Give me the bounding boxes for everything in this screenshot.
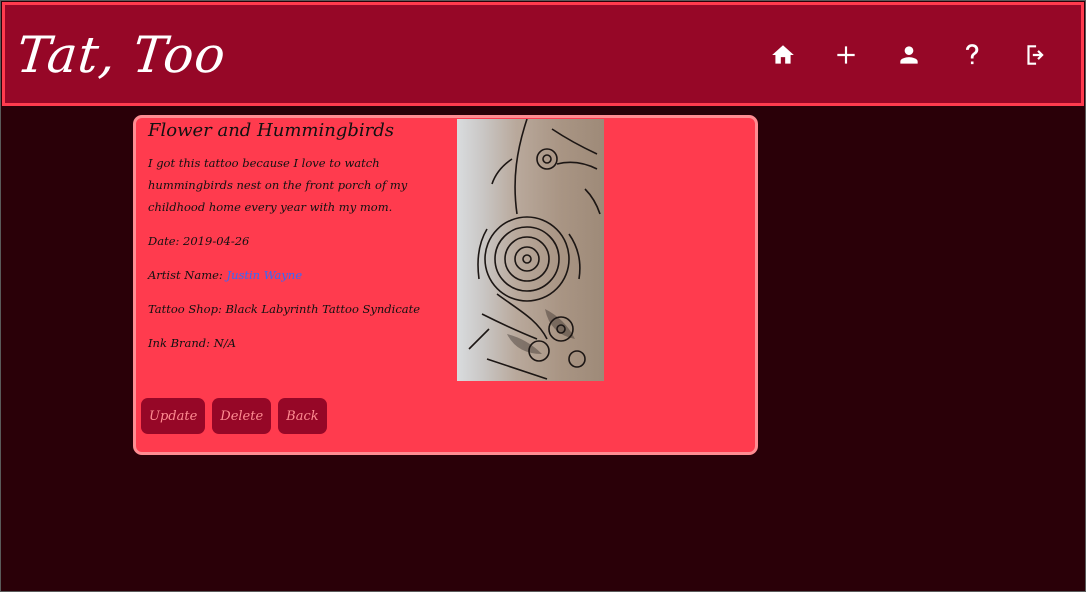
tattoo-photo: [457, 119, 604, 381]
help-button[interactable]: [956, 39, 988, 71]
logout-icon: [1027, 45, 1044, 65]
logout-button[interactable]: [1019, 39, 1051, 71]
tattoo-description: I got this tattoo because I love to watc…: [148, 156, 408, 214]
delete-button[interactable]: Delete: [212, 398, 272, 434]
top-navbar: Tat, Too: [2, 2, 1084, 106]
artist-label: Artist Name:: [148, 268, 223, 282]
card-actions: Update Delete Back: [141, 398, 327, 434]
artist-link[interactable]: Justin Wayne: [226, 268, 302, 282]
shop-label: Tattoo Shop:: [148, 302, 222, 316]
user-icon: [900, 46, 918, 64]
shop-field: Tattoo Shop: Black Labyrinth Tattoo Synd…: [148, 302, 420, 316]
tattoo-detail-card: Flower and Hummingbirds I got this tatto…: [133, 115, 758, 455]
ink-label: Ink Brand:: [148, 336, 211, 350]
shop-value: Black Labyrinth Tattoo Syndicate: [225, 302, 421, 316]
home-button[interactable]: [767, 39, 799, 71]
update-button[interactable]: Update: [141, 398, 206, 434]
artist-field: Artist Name: Justin Wayne: [148, 268, 302, 282]
nav-icons: [767, 39, 1051, 71]
back-button[interactable]: Back: [278, 398, 327, 434]
date-field: Date: 2019-04-26: [148, 234, 249, 248]
profile-button[interactable]: [893, 39, 925, 71]
add-button[interactable]: [830, 39, 862, 71]
plus-icon: [837, 46, 855, 64]
question-icon: [965, 44, 979, 65]
tattoo-title: Flower and Hummingbirds: [148, 120, 394, 141]
tattoo-illustration: [468, 119, 601, 380]
date-value: 2019-04-26: [183, 234, 250, 248]
app-logo[interactable]: Tat, Too: [14, 25, 229, 85]
home-icon: [772, 45, 794, 64]
ink-value: N/A: [213, 336, 236, 350]
ink-field: Ink Brand: N/A: [148, 336, 236, 350]
date-label: Date:: [148, 234, 180, 248]
